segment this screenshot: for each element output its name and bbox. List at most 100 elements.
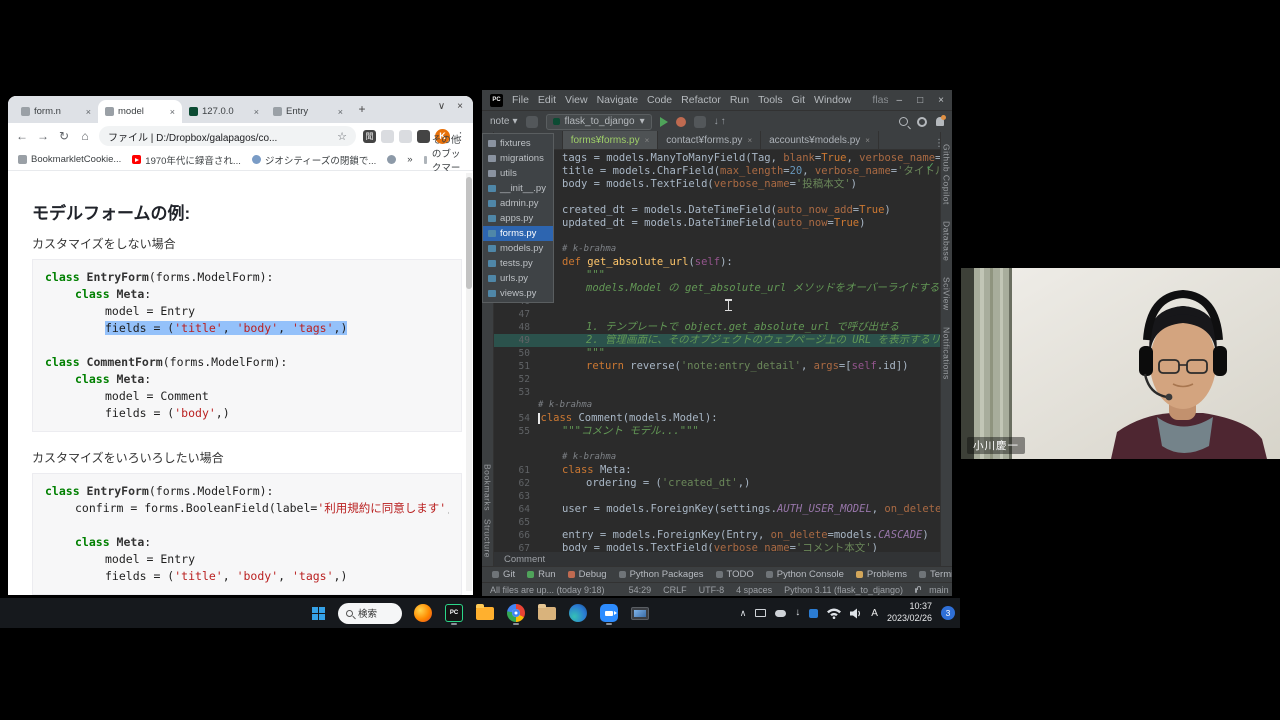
project-tree-item-urls.py[interactable]: urls.py	[483, 271, 553, 286]
address-bar[interactable]: ファイル | D:/Dropbox/galapagos/co... ☆	[99, 126, 356, 146]
code-line[interactable]: 54class Comment(models.Model):	[494, 412, 940, 425]
code-line[interactable]: 492. 管理画面に、そのオブジェクトのウェブページ上の URL を表示するリン…	[494, 334, 940, 347]
code-line[interactable]: 52	[494, 373, 940, 386]
minimize-button[interactable]: –	[897, 95, 903, 106]
inspection-ok-icon[interactable]: ✓	[926, 160, 935, 173]
tab-close-icon[interactable]: ×	[747, 136, 752, 145]
menu-refactor[interactable]: Refactor	[681, 94, 721, 106]
tab-close-icon[interactable]: ×	[254, 107, 259, 117]
browser-tab[interactable]: form.n ×	[14, 100, 98, 123]
debug-button[interactable]	[676, 117, 686, 127]
bookmarks-overflow-icon[interactable]: »	[407, 154, 412, 165]
git-branch[interactable]: main	[929, 585, 949, 595]
taskbar-pycharm[interactable]: PC	[443, 601, 465, 625]
tool-label-structure[interactable]: Structure	[483, 519, 493, 558]
forward-icon[interactable]: →	[36, 129, 50, 143]
project-tree-item-forms.py[interactable]: forms.py	[483, 226, 553, 241]
project-tree-item-admin.py[interactable]: admin.py	[483, 196, 553, 211]
notifications-bell-icon[interactable]	[936, 117, 944, 126]
reload-icon[interactable]: ↻	[57, 129, 71, 143]
code-line[interactable]: 62ordering = ('created_dt',)	[494, 477, 940, 490]
code-line[interactable]	[494, 438, 940, 451]
tab-close-icon[interactable]: ×	[645, 136, 650, 145]
menu-run[interactable]: Run	[730, 94, 749, 106]
code-line[interactable]: 61class Meta:	[494, 464, 940, 477]
extension-icon[interactable]	[381, 130, 394, 143]
wifi-icon[interactable]	[827, 608, 841, 619]
back-icon[interactable]: ←	[15, 129, 29, 143]
menu-navigate[interactable]: Navigate	[597, 94, 638, 106]
tool-label-bookmarks[interactable]: Bookmarks	[483, 464, 493, 511]
menu-window[interactable]: Window	[814, 94, 851, 106]
tool-tab-problems[interactable]: Problems	[856, 569, 907, 580]
project-tree-item-models.py[interactable]: models.py	[483, 241, 553, 256]
project-tree-item-utils[interactable]: utils	[483, 166, 553, 181]
notification-badge[interactable]: 3	[941, 606, 955, 620]
caret-position[interactable]: 54:29	[629, 585, 652, 595]
bookmark-item[interactable]: ジオシティーズの閉鎖で...	[252, 153, 376, 167]
home-icon[interactable]: ⌂	[78, 129, 92, 143]
build-icon[interactable]	[526, 116, 538, 128]
browser-close-button[interactable]: ×	[457, 101, 463, 112]
tab-close-icon[interactable]: ×	[338, 107, 343, 117]
taskbar-folder[interactable]	[536, 601, 558, 625]
code-line[interactable]: 51return reverse('note:entry_detail', ar…	[494, 360, 940, 373]
tab-close-icon[interactable]: ×	[86, 107, 91, 117]
extension-icon[interactable]: 聞	[363, 130, 376, 143]
code-line[interactable]: 36tags = models.ManyToManyField(Tag, bla…	[494, 152, 940, 165]
tool-tab-terminal[interactable]: Terminal	[919, 569, 952, 580]
browser-tab[interactable]: Entry ×	[266, 100, 350, 123]
taskbar-clock[interactable]: 10:37 2023/02/26	[887, 601, 932, 624]
bookmark-item[interactable]	[387, 155, 396, 164]
file-encoding[interactable]: UTF-8	[699, 585, 725, 595]
code-line[interactable]: 55"""コメント モデル..."""	[494, 425, 940, 438]
project-tree-item-__init__.py[interactable]: __init__.py	[483, 181, 553, 196]
code-line[interactable]: 45models.Model の get_absolute_url メソッドをオ…	[494, 282, 940, 295]
code-line[interactable]: 41updated_dt = models.DateTimeField(auto…	[494, 217, 940, 230]
editor-tab[interactable]: contact¥forms.py ×	[658, 131, 761, 149]
code-line[interactable]: 481. テンプレートで object.get_absolute_url で呼び…	[494, 321, 940, 334]
taskbar-search[interactable]: 検索	[338, 603, 402, 624]
tool-label-sciview[interactable]: SciView	[942, 277, 952, 311]
new-tab-button[interactable]: +	[354, 102, 370, 120]
code-line[interactable]: 39	[494, 191, 940, 204]
code-line[interactable]: 50"""	[494, 347, 940, 360]
tab-close-icon[interactable]: ×	[865, 136, 870, 145]
lock-icon[interactable]	[915, 588, 917, 593]
tool-tab-run[interactable]: Run	[527, 569, 555, 580]
tool-tab-git[interactable]: Git	[492, 569, 515, 580]
settings-gear-icon[interactable]	[917, 117, 927, 127]
browser-tab[interactable]: 127.0.0 ×	[182, 100, 266, 123]
maximize-button[interactable]: □	[917, 95, 923, 106]
run-button[interactable]	[660, 117, 668, 127]
tool-tab-python-console[interactable]: Python Console	[766, 569, 844, 580]
ime-indicator[interactable]: A	[871, 608, 878, 619]
taskbar-display-app[interactable]	[629, 601, 651, 625]
code-line[interactable]: 53	[494, 386, 940, 399]
taskbar-file-explorer[interactable]	[474, 601, 496, 625]
project-tree-item-views.py[interactable]: views.py	[483, 286, 553, 301]
code-line[interactable]: # k-brahma	[494, 451, 940, 464]
breadcrumb[interactable]: Comment	[494, 552, 940, 566]
code-line[interactable]: 44"""	[494, 269, 940, 282]
profiler-icon[interactable]	[694, 116, 706, 128]
code-line[interactable]: 65	[494, 516, 940, 529]
tray-chevron-icon[interactable]: ∧	[740, 608, 747, 619]
project-tree-item-tests.py[interactable]: tests.py	[483, 256, 553, 271]
tool-label-copilot[interactable]: Github Copilot	[942, 144, 952, 205]
taskbar-edge[interactable]	[567, 601, 589, 625]
tool-tab-debug[interactable]: Debug	[568, 569, 607, 580]
close-button[interactable]: ×	[938, 95, 944, 106]
browser-tab-active[interactable]: model ×	[98, 100, 182, 123]
scrollbar-thumb[interactable]	[466, 177, 472, 289]
indent-style[interactable]: 4 spaces	[736, 585, 772, 595]
bookmark-item[interactable]: BookmarkletCookie...	[18, 154, 121, 165]
tab-search-chevron-icon[interactable]: ∨	[438, 101, 445, 112]
line-separator[interactable]: CRLF	[663, 585, 687, 595]
tray-download-icon[interactable]: ↓	[795, 608, 800, 618]
code-line[interactable]: 67body = models.TextField(verbose_name='…	[494, 542, 940, 552]
menu-tools[interactable]: Tools	[758, 94, 783, 106]
code-line[interactable]: 38body = models.TextField(verbose_name='…	[494, 178, 940, 191]
tool-tab-packages[interactable]: Python Packages	[619, 569, 704, 580]
code-line[interactable]: 46	[494, 295, 940, 308]
